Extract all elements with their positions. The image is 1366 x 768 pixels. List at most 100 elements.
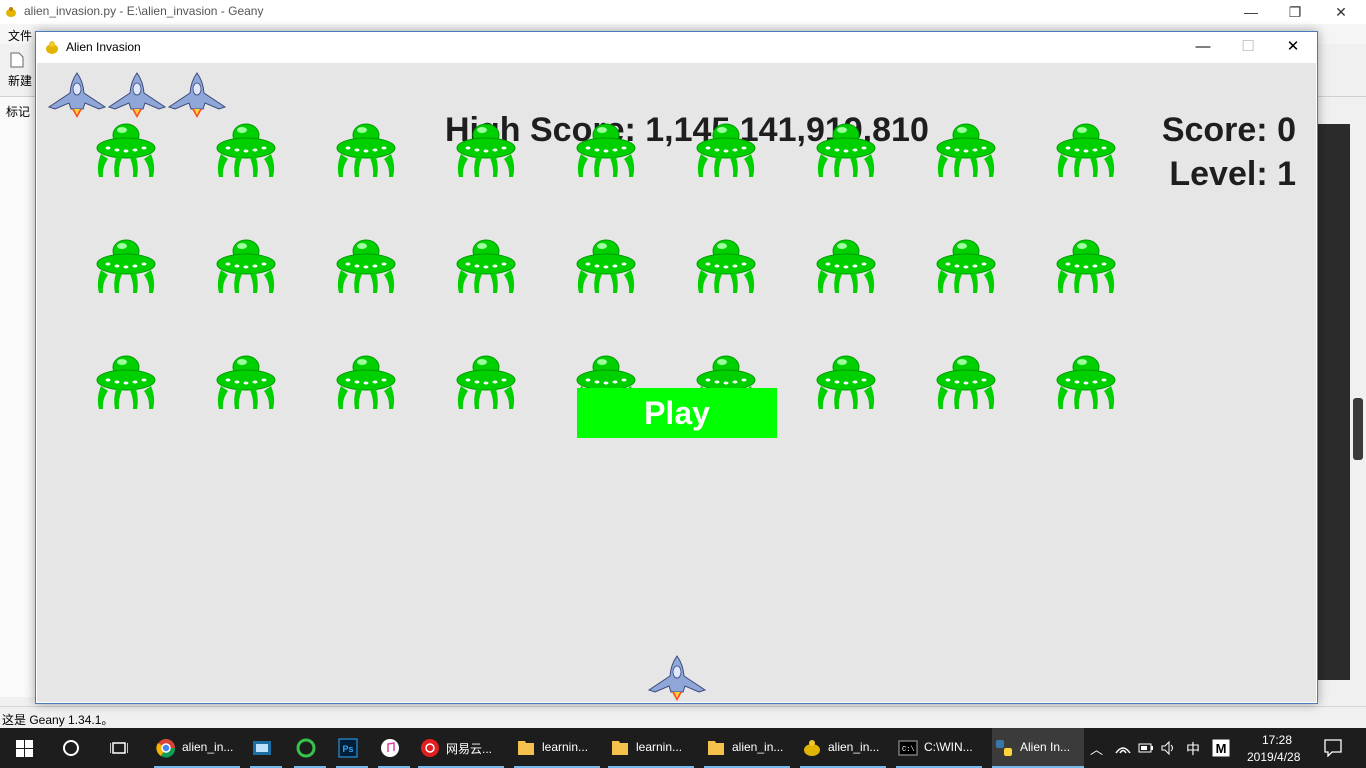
- alien-ship: [216, 353, 276, 411]
- network-icon[interactable]: [1114, 741, 1132, 755]
- windows-start-icon[interactable]: [16, 740, 33, 757]
- sidebar-tab-symbols[interactable]: 标记: [6, 103, 30, 120]
- alien-ship: [456, 237, 516, 295]
- taskbar-geany[interactable]: alien_in...: [800, 728, 886, 768]
- folder-icon: [708, 741, 724, 755]
- folder-icon: [518, 741, 534, 755]
- remaining-ship-icon: [47, 71, 107, 119]
- taskbar-python[interactable]: Alien In...: [992, 728, 1084, 768]
- film-icon: [253, 741, 271, 755]
- netease-icon: [421, 739, 439, 757]
- taskbar-netease[interactable]: 网易云...: [418, 728, 504, 768]
- clock-date[interactable]: 2019/4/28: [1247, 750, 1300, 764]
- alien-ship: [576, 237, 636, 295]
- menu-file[interactable]: 文件: [8, 27, 32, 44]
- play-button-label: Play: [644, 395, 710, 431]
- alien-ship: [336, 121, 396, 179]
- pygame-titlebar: Alien Invasion — ☐ ✕: [36, 32, 1317, 62]
- taskbar-photoshop[interactable]: Ps: [336, 728, 368, 768]
- geany-status-text: 这是 Geany 1.34.1。: [2, 713, 114, 727]
- pygame-close-button[interactable]: ✕: [1271, 37, 1315, 57]
- alien-ship: [96, 353, 156, 411]
- taskbar-item-label: C:\WIN...: [924, 740, 973, 754]
- alien-ship: [456, 121, 516, 179]
- alien-ship: [216, 121, 276, 179]
- music-icon: [381, 739, 399, 757]
- alien-ship: [96, 121, 156, 179]
- taskbar-chrome[interactable]: alien_in...: [154, 728, 240, 768]
- python-icon: [996, 740, 1012, 756]
- geany-close-button[interactable]: ✕: [1318, 2, 1364, 22]
- svg-text:Ps: Ps: [342, 744, 353, 754]
- tray-chevron-icon[interactable]: ︿: [1090, 739, 1103, 758]
- ime-mode-m-icon[interactable]: M: [1212, 739, 1230, 757]
- pygame-minimize-button[interactable]: —: [1181, 37, 1225, 57]
- geany-scrollbar[interactable]: [1350, 124, 1366, 680]
- svg-text:C:\: C:\: [902, 746, 915, 754]
- geany-scroll-thumb[interactable]: [1353, 398, 1363, 460]
- taskbar-movie[interactable]: [250, 728, 282, 768]
- action-center-icon[interactable]: [1324, 739, 1342, 757]
- alien-ship: [936, 121, 996, 179]
- alien-ship: [936, 353, 996, 411]
- geany-restore-button[interactable]: ❐: [1272, 2, 1318, 22]
- taskbar-itunes[interactable]: [378, 728, 410, 768]
- ring-icon: [296, 738, 316, 758]
- ime-indicator[interactable]: 中: [1186, 739, 1200, 759]
- taskbar-item-label: Alien In...: [1020, 740, 1071, 754]
- alien-ship: [336, 237, 396, 295]
- folder-icon: [612, 741, 628, 755]
- clock-time[interactable]: 17:28: [1262, 733, 1292, 747]
- geany-minimize-button[interactable]: —: [1228, 2, 1274, 22]
- geany-teapot-icon: [6, 7, 16, 17]
- taskbar-folder-2[interactable]: learnin...: [608, 728, 694, 768]
- chrome-icon: [156, 739, 176, 758]
- taskbar-item-label: learnin...: [542, 740, 589, 754]
- cmd-icon: C:\: [898, 740, 918, 756]
- player-ship: [647, 654, 707, 702]
- photoshop-icon: Ps: [338, 738, 358, 758]
- battery-icon[interactable]: [1138, 742, 1154, 754]
- geany-icon: [804, 740, 820, 756]
- task-view-icon[interactable]: [110, 740, 128, 756]
- geany-title: alien_invasion.py - E:\alien_invasion - …: [24, 4, 264, 18]
- taskbar-item-label: alien_in...: [182, 740, 234, 754]
- alien-ship: [1056, 353, 1116, 411]
- taskbar-item-label: learnin...: [636, 740, 683, 754]
- taskbar-item-label: alien_in...: [732, 740, 784, 754]
- taskbar-folder-3[interactable]: alien_in...: [704, 728, 790, 768]
- alien-ship: [816, 237, 876, 295]
- alien-ship: [816, 353, 876, 411]
- alien-ship: [936, 237, 996, 295]
- new-file-icon[interactable]: [10, 52, 24, 68]
- geany-statusbar: 这是 Geany 1.34.1。: [0, 706, 1366, 729]
- play-button[interactable]: Play: [577, 388, 777, 438]
- alien-ship: [696, 237, 756, 295]
- game-canvas[interactable]: High Score: 1,145,141,919,810 Score: 0 L…: [37, 63, 1316, 702]
- alien-ship: [576, 121, 636, 179]
- alien-ship: [696, 121, 756, 179]
- remaining-ship-icon: [167, 71, 227, 119]
- level-text: Level: 1: [1169, 155, 1296, 193]
- pygame-snake-icon: [46, 41, 58, 54]
- alien-ship: [1056, 237, 1116, 295]
- alien-ship: [456, 353, 516, 411]
- cortana-search-icon[interactable]: [62, 739, 80, 757]
- remaining-ship-icon: [107, 71, 167, 119]
- geany-titlebar: alien_invasion.py - E:\alien_invasion - …: [0, 0, 1366, 24]
- alien-ship: [1056, 121, 1116, 179]
- alien-ship: [216, 237, 276, 295]
- windows-taskbar: alien_in... Ps 网易云... learnin... learnin... a…: [0, 728, 1366, 768]
- volume-icon[interactable]: [1160, 740, 1176, 756]
- alien-ship: [816, 121, 876, 179]
- new-file-label[interactable]: 新建: [8, 72, 32, 89]
- pygame-maximize-button[interactable]: ☐: [1226, 37, 1270, 57]
- taskbar-cmd[interactable]: C:\ C:\WIN...: [896, 728, 982, 768]
- alien-ship: [336, 353, 396, 411]
- alien-invasion-window: Alien Invasion — ☐ ✕ High Score: 1,145,1…: [35, 31, 1318, 704]
- taskbar-folder-1[interactable]: learnin...: [514, 728, 600, 768]
- svg-text:M: M: [1216, 741, 1227, 756]
- taskbar-app360[interactable]: [294, 728, 326, 768]
- alien-ship: [96, 237, 156, 295]
- pygame-window-title: Alien Invasion: [66, 40, 141, 54]
